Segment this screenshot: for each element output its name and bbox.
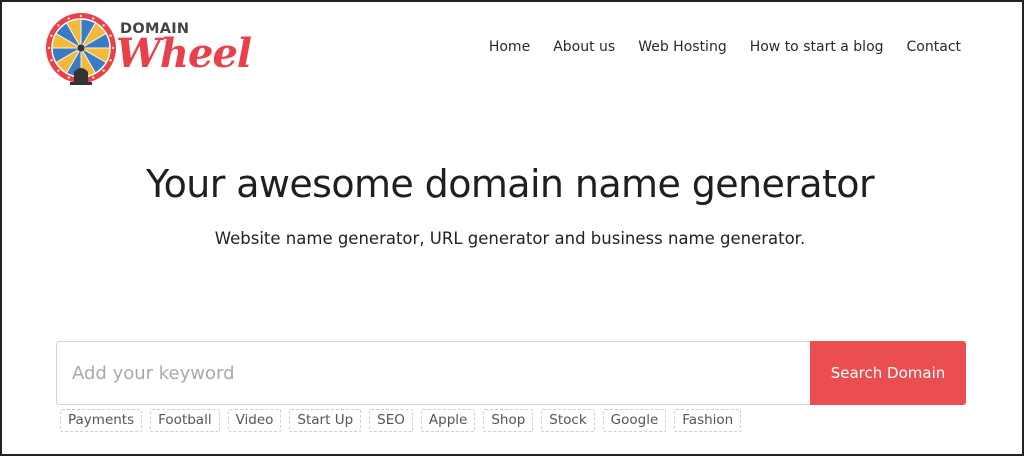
keyword-tag[interactable]: Video (227, 409, 282, 432)
keyword-tag[interactable]: Payments (60, 409, 143, 432)
wheel-light (92, 17, 95, 20)
wheel-light (50, 34, 53, 37)
keyword-tag[interactable]: Google (602, 409, 667, 432)
wheel-light (67, 17, 70, 20)
keyword-tag[interactable]: SEO (369, 409, 413, 432)
wheel-light (67, 76, 70, 79)
nav-item-web-hosting[interactable]: Web Hosting (638, 39, 727, 55)
nav-item-how-to-start-a-blog[interactable]: How to start a blog (750, 39, 884, 55)
search-domain-button[interactable]: Search Domain (810, 341, 966, 405)
keyword-tag[interactable]: Shop (483, 409, 534, 432)
keyword-tag[interactable]: Start Up (289, 409, 362, 432)
keyword-tag[interactable]: Stock (541, 409, 595, 432)
page-frame: DOMAIN Wheel Home About us Web Hosting H… (0, 0, 1024, 456)
keyword-tag[interactable]: Fashion (674, 409, 742, 432)
wheel-light (102, 24, 105, 27)
nav-item-contact[interactable]: Contact (907, 39, 961, 55)
main-navigation: Home About us Web Hosting How to start a… (466, 39, 961, 55)
page-subtitle: Website name generator, URL generator an… (214, 229, 806, 248)
wheel-light (47, 46, 51, 50)
page-title: Your awesome domain name generator (146, 162, 875, 206)
wheel-light (79, 14, 83, 18)
wheel-light (92, 76, 95, 79)
wheel-light (111, 46, 115, 50)
domain-search-form: Search Domain (56, 341, 966, 405)
keyword-search-input[interactable] (56, 341, 810, 405)
nav-item-about-us[interactable]: About us (553, 39, 615, 55)
wheel-light (50, 59, 53, 62)
wheel-light (109, 34, 112, 37)
keyword-suggestions: Payments Football Video Start Up SEO App… (60, 409, 749, 432)
keyword-tag[interactable]: Football (150, 409, 220, 432)
keyword-tag[interactable]: Apple (420, 409, 476, 432)
nav-item-home[interactable]: Home (489, 39, 530, 55)
wheel-light (57, 24, 60, 27)
wheel-light (57, 69, 60, 72)
wheel-light (102, 69, 105, 72)
wheel-logo-icon (46, 13, 116, 85)
site-logo[interactable]: DOMAIN Wheel (44, 12, 259, 86)
wheel-light (109, 59, 112, 62)
logo-word-wheel: Wheel (116, 30, 252, 77)
